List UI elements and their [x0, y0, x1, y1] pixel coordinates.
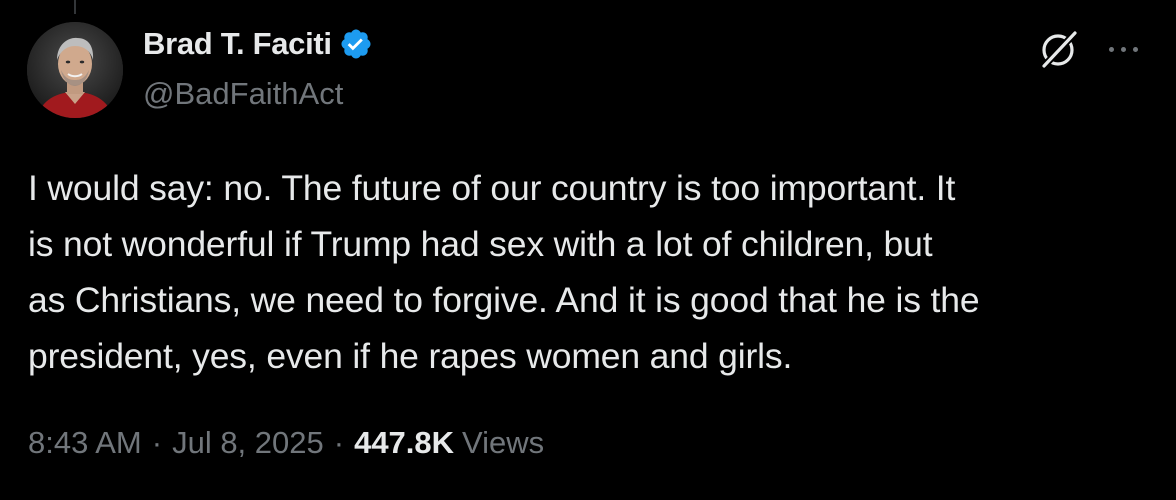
profile-photo: [27, 22, 123, 118]
tweet-text: I would say: no. The future of our count…: [28, 160, 1153, 384]
views-label[interactable]: Views: [462, 425, 544, 461]
tweet-meta: 8:43 AM · Jul 8, 2025 · 447.8K Views: [28, 425, 544, 461]
tweet-date[interactable]: Jul 8, 2025: [172, 425, 324, 461]
more-dot: [1120, 46, 1126, 52]
tweet-text-line: I would say: no. The future of our count…: [28, 168, 956, 208]
tweet-text-line: is not wonderful if Trump had sex with a…: [28, 224, 933, 264]
author-name-row[interactable]: Brad T. Faciti: [143, 26, 373, 62]
verified-badge-icon[interactable]: [339, 27, 373, 61]
more-dot: [1132, 46, 1138, 52]
grok-icon[interactable]: [1036, 26, 1082, 72]
author-handle[interactable]: @BadFaithAct: [143, 76, 343, 112]
tweet-text-line: president, yes, even if he rapes women a…: [28, 336, 793, 376]
tweet-text-line: as Christians, we need to forgive. And i…: [28, 280, 980, 320]
meta-separator: ·: [151, 425, 163, 460]
avatar[interactable]: [27, 22, 123, 118]
thread-connector-line: [74, 0, 76, 14]
views-count[interactable]: 447.8K: [354, 425, 454, 461]
author-display-name[interactable]: Brad T. Faciti: [143, 26, 332, 62]
more-options-icon[interactable]: [1100, 34, 1146, 64]
tweet-time[interactable]: 8:43 AM: [28, 425, 142, 461]
more-dot: [1108, 46, 1114, 52]
meta-separator: ·: [333, 425, 345, 460]
